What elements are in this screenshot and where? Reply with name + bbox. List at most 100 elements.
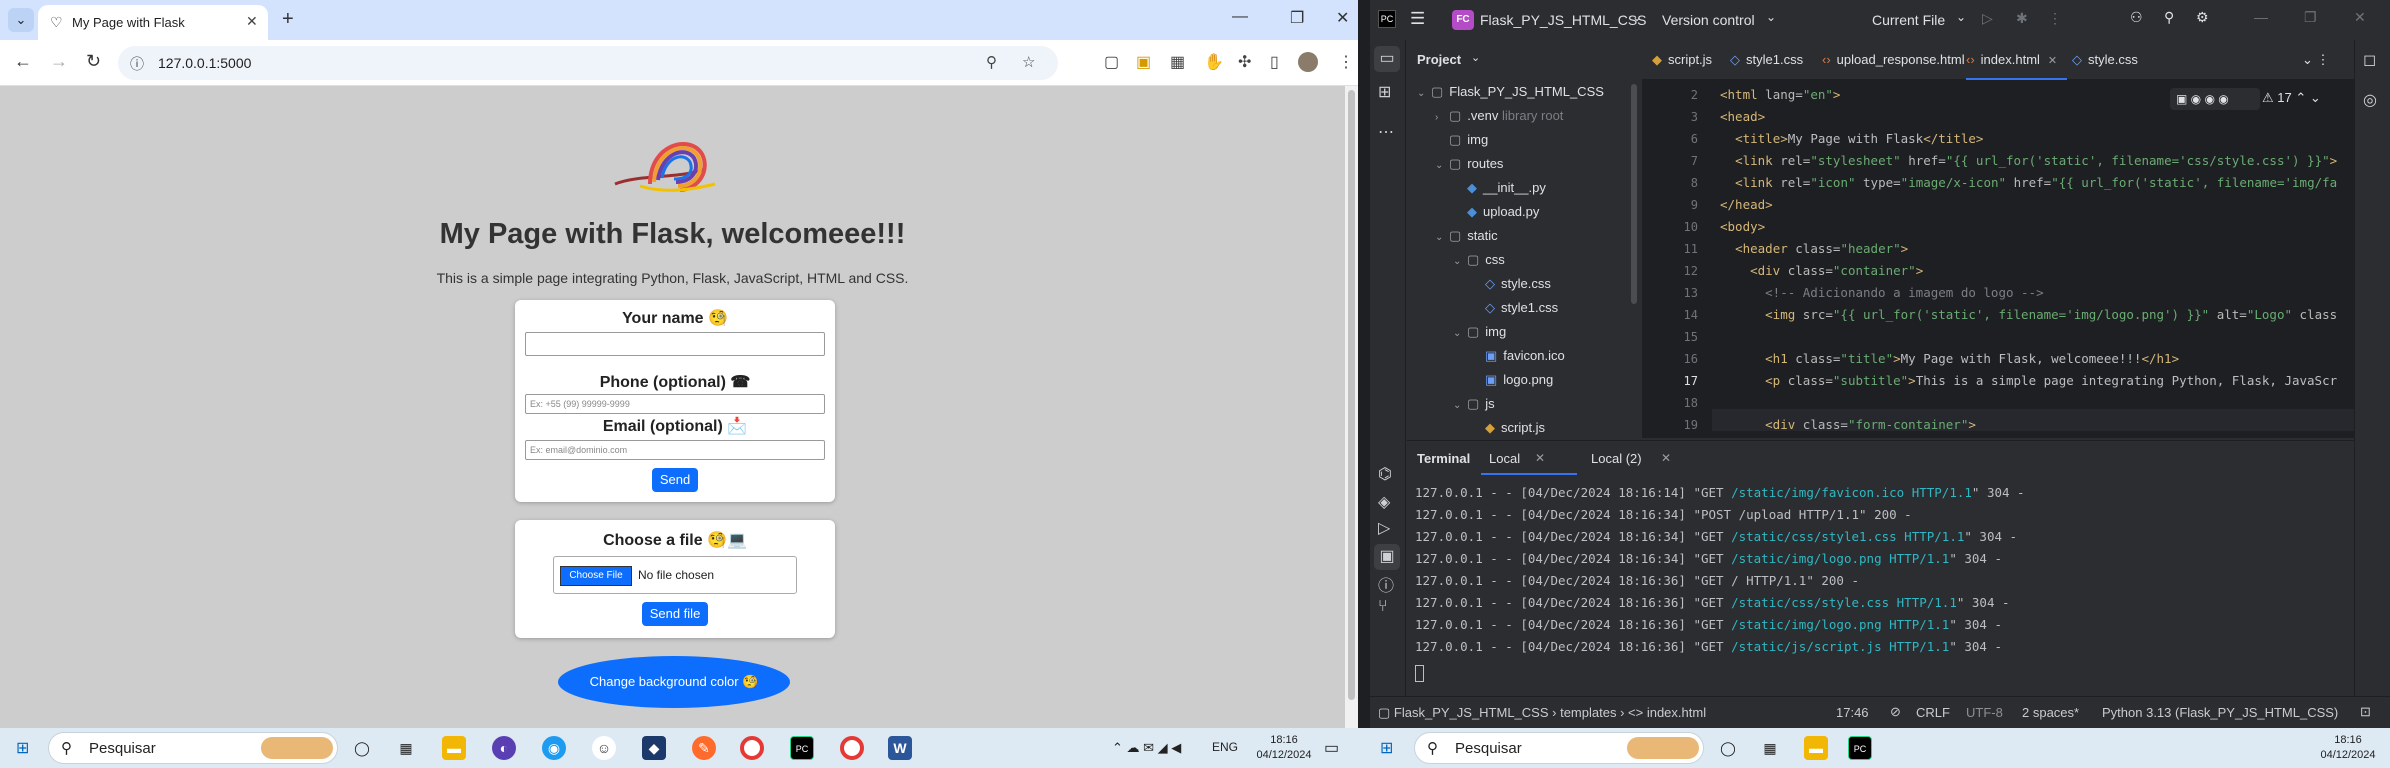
chrome-icon[interactable] bbox=[840, 736, 864, 760]
tree-item[interactable]: ⌄ ▢ js bbox=[1453, 396, 1495, 412]
puzzle-icon[interactable]: ✣ bbox=[1238, 52, 1251, 72]
app-icon[interactable]: ◆ bbox=[642, 736, 666, 760]
close-window-button[interactable]: ✕ bbox=[2354, 9, 2366, 26]
minimize-button[interactable]: — bbox=[1232, 8, 1248, 26]
tree-item[interactable]: ▢ img bbox=[1435, 132, 1488, 148]
tree-item[interactable]: ◇ style1.css bbox=[1471, 300, 1558, 316]
more-icon[interactable]: ⋮ bbox=[2048, 10, 2062, 27]
tree-item[interactable]: ⌄ ▢ css bbox=[1453, 252, 1505, 268]
language-indicator[interactable]: ENG bbox=[1212, 740, 1238, 754]
pycharm-icon[interactable]: PC bbox=[1848, 736, 1872, 760]
line-separator[interactable]: CRLF bbox=[1916, 705, 1950, 720]
file-explorer-icon[interactable]: ▬ bbox=[442, 736, 466, 760]
zoom-icon[interactable]: ⚲ bbox=[986, 53, 997, 71]
phone-input[interactable]: Ex: +55 (99) 99999-9999 bbox=[525, 394, 825, 414]
bookmark-star-icon[interactable]: ☆ bbox=[1022, 53, 1035, 71]
tree-item[interactable]: ▣ logo.png bbox=[1471, 372, 1553, 388]
search-icon[interactable]: ⚲ bbox=[2164, 9, 2174, 26]
tree-item[interactable]: ◆ upload.py bbox=[1453, 204, 1539, 220]
problems-icon[interactable]: ⓘ bbox=[1378, 572, 1394, 596]
editor-tab[interactable]: ‹› upload_response.html bbox=[1822, 40, 1975, 80]
indent-setting[interactable]: 2 spaces* bbox=[2022, 705, 2079, 720]
notifications-icon[interactable]: ▭ bbox=[1324, 738, 1339, 758]
avatar[interactable] bbox=[1298, 52, 1318, 72]
pycharm-icon[interactable]: PC bbox=[790, 736, 814, 760]
windows-start-icon[interactable]: ⊞ bbox=[1380, 738, 1393, 758]
clock[interactable]: 18:16 04/12/2024 bbox=[2316, 733, 2380, 763]
tab-terminal-local-2[interactable]: Local (2) ✕ bbox=[1583, 443, 1683, 475]
tabs-overflow-icon[interactable]: ⌄ ⋮ bbox=[2302, 40, 2330, 80]
more-tools-icon[interactable]: ⋯ bbox=[1378, 122, 1394, 142]
editor-tab[interactable]: ◇ style1.css bbox=[1730, 40, 1813, 80]
structure-icon[interactable]: ⊞ bbox=[1378, 82, 1391, 102]
hand-icon[interactable]: ✋ bbox=[1204, 52, 1224, 72]
send-button[interactable]: Send bbox=[652, 468, 698, 492]
extension-icon[interactable]: ▢ bbox=[1104, 52, 1119, 72]
widgets-icon[interactable]: ▦ bbox=[394, 736, 418, 760]
clock[interactable]: 18:16 04/12/2024 bbox=[1252, 733, 1316, 763]
tree-item[interactable]: › ▢ .venv library root bbox=[1435, 108, 1563, 124]
windows-start-icon[interactable]: ⊞ bbox=[16, 738, 29, 758]
settings-icon[interactable]: ⚙ bbox=[2196, 9, 2209, 26]
python-interpreter[interactable]: Python 3.13 (Flask_PY_JS_HTML_CSS) bbox=[2102, 705, 2338, 720]
name-input[interactable] bbox=[525, 332, 825, 356]
log-url[interactable]: /static/css/style1.css HTTP/1.1 bbox=[1731, 529, 1964, 544]
close-tab-icon[interactable]: ✕ bbox=[246, 13, 258, 30]
tree-chevron-icon[interactable]: ⌄ bbox=[1435, 232, 1449, 243]
tray-icons[interactable]: ⌃ ☁ ✉ ◢ ◀ bbox=[1112, 740, 1181, 756]
breadcrumb[interactable]: ▢ Flask_PY_JS_HTML_CSS › templates › <> … bbox=[1378, 705, 1706, 721]
log-url[interactable]: /static/img/logo.png HTTP/1.1 bbox=[1731, 551, 1949, 566]
terminal-icon[interactable]: ▣ bbox=[1374, 544, 1400, 570]
choose-file-button[interactable]: Choose File bbox=[560, 566, 632, 586]
tree-item[interactable]: ◆ __init__.py bbox=[1453, 180, 1546, 196]
close-icon[interactable]: ✕ bbox=[1661, 451, 1671, 465]
sidebar-icon[interactable]: ▯ bbox=[1270, 52, 1279, 72]
chrome-icon[interactable] bbox=[740, 736, 764, 760]
layers-icon[interactable]: ◈ bbox=[1378, 492, 1390, 512]
tab-terminal-local[interactable]: Local ✕ bbox=[1481, 443, 1577, 475]
word-icon[interactable]: W bbox=[888, 736, 912, 760]
browser-tab[interactable]: ♡ My Page with Flask ✕ bbox=[38, 5, 268, 40]
forward-button[interactable]: → bbox=[50, 51, 68, 72]
taskbar-search[interactable]: ⚲ Pesquisar bbox=[1414, 732, 1704, 764]
reload-button[interactable]: ↻ bbox=[86, 51, 101, 72]
tree-item[interactable]: ◇ style.css bbox=[1471, 276, 1551, 292]
app-icon[interactable]: ◉ bbox=[542, 736, 566, 760]
panel-title[interactable]: Project bbox=[1417, 52, 1461, 67]
tree-item[interactable]: ⌄ ▢ Flask_PY_JS_HTML_CSS bbox=[1417, 84, 1604, 100]
close-icon[interactable]: ✕ bbox=[1535, 451, 1545, 465]
project-folder-icon[interactable]: ▭ bbox=[1374, 46, 1400, 72]
log-url[interactable]: /static/css/style.css HTTP/1.1 bbox=[1731, 595, 1957, 610]
project-name[interactable]: Flask_PY_JS_HTML_CSS bbox=[1480, 12, 1647, 28]
email-input[interactable]: Ex: email@dominio.com bbox=[525, 440, 825, 460]
scrollbar-thumb[interactable] bbox=[1348, 90, 1355, 700]
lock-icon[interactable]: ⊡ bbox=[2360, 704, 2371, 720]
tree-item[interactable]: ◆ script.js bbox=[1471, 420, 1545, 436]
tree-chevron-icon[interactable]: ⌄ bbox=[1453, 328, 1467, 339]
widgets-icon[interactable]: ▦ bbox=[1758, 736, 1782, 760]
log-url[interactable]: /static/img/favicon.ico HTTP/1.1 bbox=[1731, 485, 1972, 500]
terminal-output[interactable]: 127.0.0.1 - - [04/Dec/2024 18:16:14] "GE… bbox=[1407, 485, 2347, 685]
restore-button[interactable]: ❐ bbox=[2304, 9, 2317, 26]
close-window-button[interactable]: ✕ bbox=[1336, 8, 1349, 28]
tree-item[interactable]: ⌄ ▢ routes bbox=[1435, 156, 1503, 172]
run-config[interactable]: Current File bbox=[1872, 12, 1945, 28]
tree-chevron-icon[interactable]: ⌄ bbox=[1453, 400, 1467, 411]
log-url[interactable]: /static/js/script.js HTTP/1.1 bbox=[1731, 639, 1949, 654]
tree-chevron-icon[interactable]: ⌄ bbox=[1417, 88, 1431, 99]
tree-item[interactable]: ▣ favicon.ico bbox=[1471, 348, 1565, 364]
user-icon[interactable]: ⚇ bbox=[2130, 9, 2143, 26]
app-icon[interactable]: ◐ bbox=[492, 736, 516, 760]
site-info-icon[interactable]: ⓘ bbox=[130, 54, 144, 74]
send-file-button[interactable]: Send file bbox=[642, 602, 708, 626]
taskbar-search[interactable]: ⚲ Pesquisar bbox=[48, 732, 338, 764]
services-icon[interactable]: ▷ bbox=[1378, 518, 1390, 538]
restore-button[interactable]: ❐ bbox=[1290, 8, 1304, 28]
app-icon[interactable]: ✎ bbox=[692, 736, 716, 760]
app-icon[interactable]: ☺ bbox=[592, 736, 616, 760]
tree-chevron-icon[interactable]: › bbox=[1435, 112, 1449, 123]
tab-search-dropdown[interactable]: ⌄ bbox=[8, 8, 34, 32]
tree-item[interactable]: ⌄ ▢ static bbox=[1435, 228, 1498, 244]
file-explorer-icon[interactable]: ▬ bbox=[1804, 736, 1828, 760]
file-input[interactable]: Choose File No file chosen bbox=[553, 556, 797, 594]
